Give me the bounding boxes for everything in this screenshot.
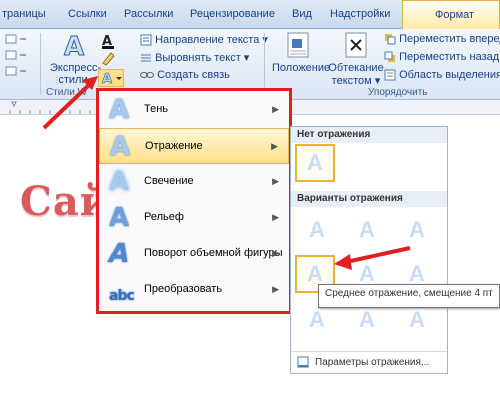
annotation-arrow-left [42, 80, 94, 130]
annotation-arrow-right [345, 246, 411, 264]
arrowhead-icon [334, 254, 352, 270]
annotation-arrows [42, 76, 411, 270]
